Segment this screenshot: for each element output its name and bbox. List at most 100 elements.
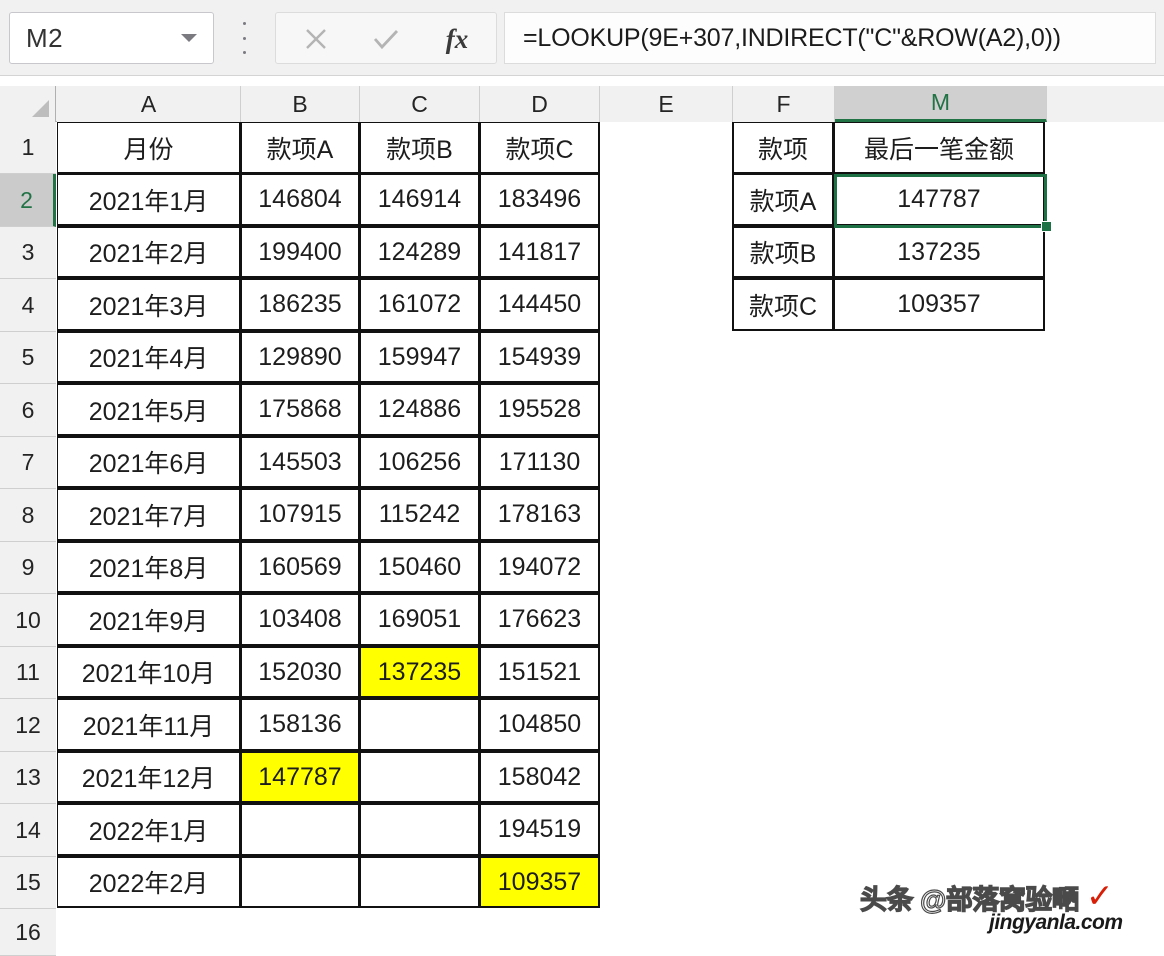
cell-F2[interactable]: 款项A xyxy=(732,173,834,226)
cell-A13[interactable]: 2021年12月 xyxy=(57,751,241,803)
row-header-12[interactable]: 12 xyxy=(0,699,56,752)
cell-A6[interactable]: 2021年5月 xyxy=(57,383,241,436)
cell-A7[interactable]: 2021年6月 xyxy=(57,436,241,488)
cell-D14[interactable]: 194519 xyxy=(479,803,600,856)
row-header-15[interactable]: 15 xyxy=(0,857,56,909)
row-header-2[interactable]: 2 xyxy=(0,174,56,227)
cell-B5[interactable]: 129890 xyxy=(240,331,360,383)
cell-A2[interactable]: 2021年1月 xyxy=(57,173,241,226)
cell-B12[interactable]: 158136 xyxy=(240,698,360,751)
cell-C10[interactable]: 169051 xyxy=(359,593,480,646)
cell-M4[interactable]: 109357 xyxy=(833,278,1045,331)
cell-D12[interactable]: 104850 xyxy=(479,698,600,751)
cell-M2[interactable]: 147787 xyxy=(833,173,1045,226)
cell-D2[interactable]: 183496 xyxy=(479,173,600,226)
cell-C11[interactable]: 137235 xyxy=(359,646,480,698)
cell-C1[interactable]: 款项B xyxy=(359,122,480,174)
column-header-c[interactable]: C xyxy=(360,86,480,122)
cell-D9[interactable]: 194072 xyxy=(479,541,600,593)
row-header-14[interactable]: 14 xyxy=(0,804,56,857)
cell-B7[interactable]: 145503 xyxy=(240,436,360,488)
cell-C14[interactable] xyxy=(359,803,480,856)
cell-C3[interactable]: 124289 xyxy=(359,226,480,278)
column-header-e[interactable]: E xyxy=(600,86,733,122)
column-header-d[interactable]: D xyxy=(480,86,600,122)
row-header-6[interactable]: 6 xyxy=(0,384,56,437)
row-header-13[interactable]: 13 xyxy=(0,752,56,804)
cell-B2[interactable]: 146804 xyxy=(240,173,360,226)
row-header-11[interactable]: 11 xyxy=(0,647,56,699)
cell-C6[interactable]: 124886 xyxy=(359,383,480,436)
row-header-8[interactable]: 8 xyxy=(0,489,56,542)
cell-B13[interactable]: 147787 xyxy=(240,751,360,803)
cell-C15[interactable] xyxy=(359,856,480,908)
cell-B6[interactable]: 175868 xyxy=(240,383,360,436)
cell-C8[interactable]: 115242 xyxy=(359,488,480,541)
cell-B9[interactable]: 160569 xyxy=(240,541,360,593)
cell-A1[interactable]: 月份 xyxy=(57,122,241,174)
cell-B10[interactable]: 103408 xyxy=(240,593,360,646)
cell-A14[interactable]: 2022年1月 xyxy=(57,803,241,856)
cell-C2[interactable]: 146914 xyxy=(359,173,480,226)
cell-A10[interactable]: 2021年9月 xyxy=(57,593,241,646)
cell-B11[interactable]: 152030 xyxy=(240,646,360,698)
cell-B4[interactable]: 186235 xyxy=(240,278,360,331)
cell-D6[interactable]: 195528 xyxy=(479,383,600,436)
cell-D11[interactable]: 151521 xyxy=(479,646,600,698)
cell-A8[interactable]: 2021年7月 xyxy=(57,488,241,541)
insert-function-icon[interactable]: fx xyxy=(424,13,490,65)
cell-B8[interactable]: 107915 xyxy=(240,488,360,541)
select-all-corner[interactable] xyxy=(0,86,56,122)
cell-C7[interactable]: 106256 xyxy=(359,436,480,488)
close-icon[interactable] xyxy=(284,13,348,65)
row-header-7[interactable]: 7 xyxy=(0,437,56,489)
cell-B1[interactable]: 款项A xyxy=(240,122,360,174)
cell-D5[interactable]: 154939 xyxy=(479,331,600,383)
cell-M1[interactable]: 最后一笔金额 xyxy=(833,122,1045,174)
row-header-1[interactable]: 1 xyxy=(0,122,56,174)
cell-A9[interactable]: 2021年8月 xyxy=(57,541,241,593)
cell-F1[interactable]: 款项 xyxy=(732,122,834,174)
cell-A11[interactable]: 2021年10月 xyxy=(57,646,241,698)
cell-B14[interactable] xyxy=(240,803,360,856)
column-header-a[interactable]: A xyxy=(57,86,241,122)
cell-A5[interactable]: 2021年4月 xyxy=(57,331,241,383)
cell-C5[interactable]: 159947 xyxy=(359,331,480,383)
cell-B3[interactable]: 199400 xyxy=(240,226,360,278)
cell-D7[interactable]: 171130 xyxy=(479,436,600,488)
column-header-m[interactable]: M xyxy=(835,86,1047,122)
cell-B15[interactable] xyxy=(240,856,360,908)
cell-A3[interactable]: 2021年2月 xyxy=(57,226,241,278)
more-options-icon[interactable] xyxy=(237,22,251,54)
cell-C13[interactable] xyxy=(359,751,480,803)
name-box[interactable]: M2 xyxy=(9,12,214,64)
cell-F3[interactable]: 款项B xyxy=(732,226,834,278)
cell-A15[interactable]: 2022年2月 xyxy=(57,856,241,908)
cell-F4[interactable]: 款项C xyxy=(732,278,834,331)
cell-C4[interactable]: 161072 xyxy=(359,278,480,331)
cell-D4[interactable]: 144450 xyxy=(479,278,600,331)
cell-A12[interactable]: 2021年11月 xyxy=(57,698,241,751)
cell-A4[interactable]: 2021年3月 xyxy=(57,278,241,331)
cell-D3[interactable]: 141817 xyxy=(479,226,600,278)
cell-D1[interactable]: 款项C xyxy=(479,122,600,174)
row-header-3[interactable]: 3 xyxy=(0,227,56,279)
cell-C9[interactable]: 150460 xyxy=(359,541,480,593)
row-header-10[interactable]: 10 xyxy=(0,594,56,647)
row-header-4[interactable]: 4 xyxy=(0,279,56,332)
cell-D8[interactable]: 178163 xyxy=(479,488,600,541)
row-header-5[interactable]: 5 xyxy=(0,332,56,384)
cell-D10[interactable]: 176623 xyxy=(479,593,600,646)
cell-D13[interactable]: 158042 xyxy=(479,751,600,803)
formula-input[interactable]: =LOOKUP(9E+307,INDIRECT("C"&ROW(A2),0)) xyxy=(504,12,1156,64)
spreadsheet-grid[interactable]: 月份 款项A 款项B 款项C 2021年1月 146804 146914 183… xyxy=(57,122,1164,956)
cell-M3[interactable]: 137235 xyxy=(833,226,1045,278)
row-header-9[interactable]: 9 xyxy=(0,542,56,594)
column-header-overflow[interactable] xyxy=(1047,86,1164,122)
cell-C12[interactable] xyxy=(359,698,480,751)
column-header-b[interactable]: B xyxy=(241,86,360,122)
fill-handle[interactable] xyxy=(1041,221,1052,232)
column-header-f[interactable]: F xyxy=(733,86,835,122)
row-header-16[interactable]: 16 xyxy=(0,909,56,956)
chevron-down-icon[interactable] xyxy=(181,34,197,42)
